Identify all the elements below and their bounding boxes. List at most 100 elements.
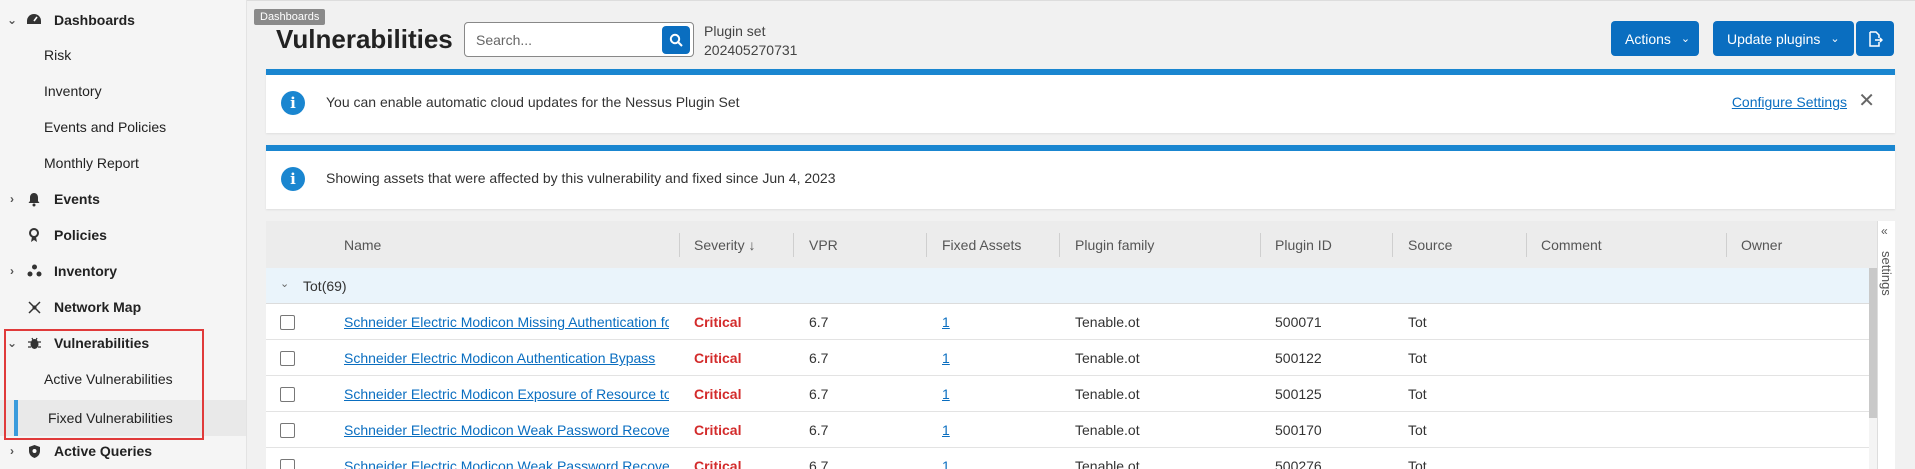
sidebar-item-dashboards[interactable]: ⌄ Dashboards xyxy=(0,5,246,35)
close-icon[interactable]: ✕ xyxy=(1858,88,1875,113)
column-divider[interactable] xyxy=(926,233,927,257)
severity-badge: Critical xyxy=(694,350,742,366)
app-page: ⌄ Dashboards Risk Inventory Events and P… xyxy=(0,0,1915,469)
row-checkbox[interactable] xyxy=(280,387,295,402)
sidebar-item-risk[interactable]: Risk xyxy=(0,40,246,70)
plugin-family: Tenable.ot xyxy=(1075,350,1140,366)
table-row[interactable]: Schneider Electric Modicon Weak Password… xyxy=(266,448,1877,469)
search-input[interactable] xyxy=(465,31,662,48)
sidebar-item-policies[interactable]: Policies xyxy=(0,220,246,250)
sidebar-item-vulnerabilities[interactable]: ⌄ Vulnerabilities xyxy=(0,328,246,358)
source: Tot xyxy=(1408,314,1427,330)
sidebar-item-monthly-report[interactable]: Monthly Report xyxy=(0,148,246,178)
plugin-set-value: 202405270731 xyxy=(704,42,798,58)
table-scrollbar-thumb[interactable] xyxy=(1869,268,1877,418)
column-divider[interactable] xyxy=(1726,233,1727,257)
vulnerability-name-link[interactable]: Schneider Electric Modicon Missing Authe… xyxy=(344,304,669,340)
plugin-set-info: Plugin set 202405270731 xyxy=(704,22,797,60)
source: Tot xyxy=(1408,386,1427,402)
vulnerability-name-link[interactable]: Schneider Electric Modicon Weak Password… xyxy=(344,448,669,469)
severity-badge: Critical xyxy=(694,314,742,330)
fixed-assets-link[interactable]: 1 xyxy=(942,304,950,340)
export-button[interactable] xyxy=(1856,21,1894,56)
column-header-plugin-family[interactable]: Plugin family xyxy=(1075,221,1154,268)
sidebar-item-events-and-policies[interactable]: Events and Policies xyxy=(0,112,246,142)
vulnerability-name-link[interactable]: Schneider Electric Modicon Exposure of R… xyxy=(344,376,669,412)
column-header-name[interactable]: Name xyxy=(344,221,381,268)
bell-icon xyxy=(26,191,42,207)
group-label: Tot(69) xyxy=(303,278,347,294)
plugin-id: 500125 xyxy=(1275,386,1322,402)
banner-text: Showing assets that were affected by thi… xyxy=(326,170,836,186)
sidebar-item-network-map[interactable]: Network Map xyxy=(0,292,246,322)
actions-button[interactable]: Actions ⌄ xyxy=(1611,21,1699,56)
sidebar-item-events[interactable]: › Events xyxy=(0,184,246,214)
row-checkbox[interactable] xyxy=(280,423,295,438)
column-header-fixed-assets[interactable]: Fixed Assets xyxy=(942,221,1021,268)
search-button[interactable] xyxy=(662,25,690,54)
sidebar-item-label: Inventory xyxy=(54,263,118,279)
update-plugins-button[interactable]: Update plugins ⌄ xyxy=(1713,21,1854,56)
table-row[interactable]: Schneider Electric Modicon Authenticatio… xyxy=(266,340,1877,376)
severity-badge: Critical xyxy=(694,458,742,469)
sidebar-item-label: Network Map xyxy=(54,299,142,315)
vulnerability-name-link[interactable]: Schneider Electric Modicon Weak Password… xyxy=(344,412,669,448)
export-icon xyxy=(1869,30,1883,47)
group-count: (69) xyxy=(321,278,347,294)
row-checkbox[interactable] xyxy=(280,351,295,366)
chevron-right-icon: › xyxy=(10,444,14,458)
column-divider[interactable] xyxy=(793,233,794,257)
vpr-value: 6.7 xyxy=(809,422,829,438)
table-row[interactable]: Schneider Electric Modicon Missing Authe… xyxy=(266,304,1877,340)
vpr-value: 6.7 xyxy=(809,314,829,330)
fixed-assets-link[interactable]: 1 xyxy=(942,412,950,448)
sidebar-item-fixed-vulnerabilities[interactable]: Fixed Vulnerabilities xyxy=(0,400,246,436)
configure-settings-link[interactable]: Configure Settings xyxy=(1732,94,1847,110)
sidebar-item-inventory[interactable]: › Inventory xyxy=(0,256,246,286)
chevron-down-icon[interactable]: ⌄ xyxy=(280,277,289,290)
column-header-severity[interactable]: Severity ↓ xyxy=(694,221,755,268)
sidebar-item-label: Fixed Vulnerabilities xyxy=(48,410,173,426)
row-checkbox[interactable] xyxy=(280,315,295,330)
sidebar-item-active-queries[interactable]: › Active Queries xyxy=(0,436,246,466)
table-header: Name Severity ↓ VPR Fixed Assets Plugin … xyxy=(266,221,1877,268)
severity-badge: Critical xyxy=(694,422,742,438)
column-header-source[interactable]: Source xyxy=(1408,221,1452,268)
column-header-plugin-id[interactable]: Plugin ID xyxy=(1275,221,1332,268)
column-divider[interactable] xyxy=(1392,233,1393,257)
chevron-right-icon: › xyxy=(10,264,14,278)
table-row[interactable]: Schneider Electric Modicon Weak Password… xyxy=(266,412,1877,448)
vulnerability-name-link[interactable]: Schneider Electric Modicon Authenticatio… xyxy=(344,340,669,376)
column-header-vpr[interactable]: VPR xyxy=(809,221,838,268)
info-icon: i xyxy=(281,91,305,115)
search-box xyxy=(464,22,694,57)
table-row[interactable]: Schneider Electric Modicon Exposure of R… xyxy=(266,376,1877,412)
sidebar-item-label: Events xyxy=(54,191,100,207)
row-checkbox[interactable] xyxy=(280,459,295,469)
column-header-owner[interactable]: Owner xyxy=(1741,221,1782,268)
column-divider[interactable] xyxy=(679,233,680,257)
sidebar-item-active-vulnerabilities[interactable]: Active Vulnerabilities xyxy=(0,364,246,394)
sidebar-item-inventory-dashboard[interactable]: Inventory xyxy=(0,76,246,106)
sidebar-item-label: Policies xyxy=(54,227,107,243)
fixed-assets-link[interactable]: 1 xyxy=(942,448,950,469)
info-banner-cloud-updates: i You can enable automatic cloud updates… xyxy=(266,69,1895,133)
page-title: Vulnerabilities xyxy=(276,24,453,54)
fixed-assets-link[interactable]: 1 xyxy=(942,340,950,376)
fixed-assets-link[interactable]: 1 xyxy=(942,376,950,412)
column-divider[interactable] xyxy=(1526,233,1527,257)
column-divider[interactable] xyxy=(1260,233,1261,257)
sidebar-item-label: Vulnerabilities xyxy=(54,335,150,351)
plugin-id: 500170 xyxy=(1275,422,1322,438)
source: Tot xyxy=(1408,422,1427,438)
shield-icon xyxy=(26,443,42,459)
vpr-value: 6.7 xyxy=(809,458,829,469)
settings-panel-toggle[interactable]: « settings xyxy=(1877,221,1895,469)
double-chevron-left-icon[interactable]: « xyxy=(1881,224,1888,238)
column-divider[interactable] xyxy=(1059,233,1060,257)
group-row-tot[interactable]: ⌄ Tot(69) xyxy=(266,268,1877,304)
column-header-comment[interactable]: Comment xyxy=(1541,221,1602,268)
tooltip: Dashboards xyxy=(254,9,326,25)
severity-badge: Critical xyxy=(694,386,742,402)
settings-label: settings xyxy=(1879,251,1894,296)
